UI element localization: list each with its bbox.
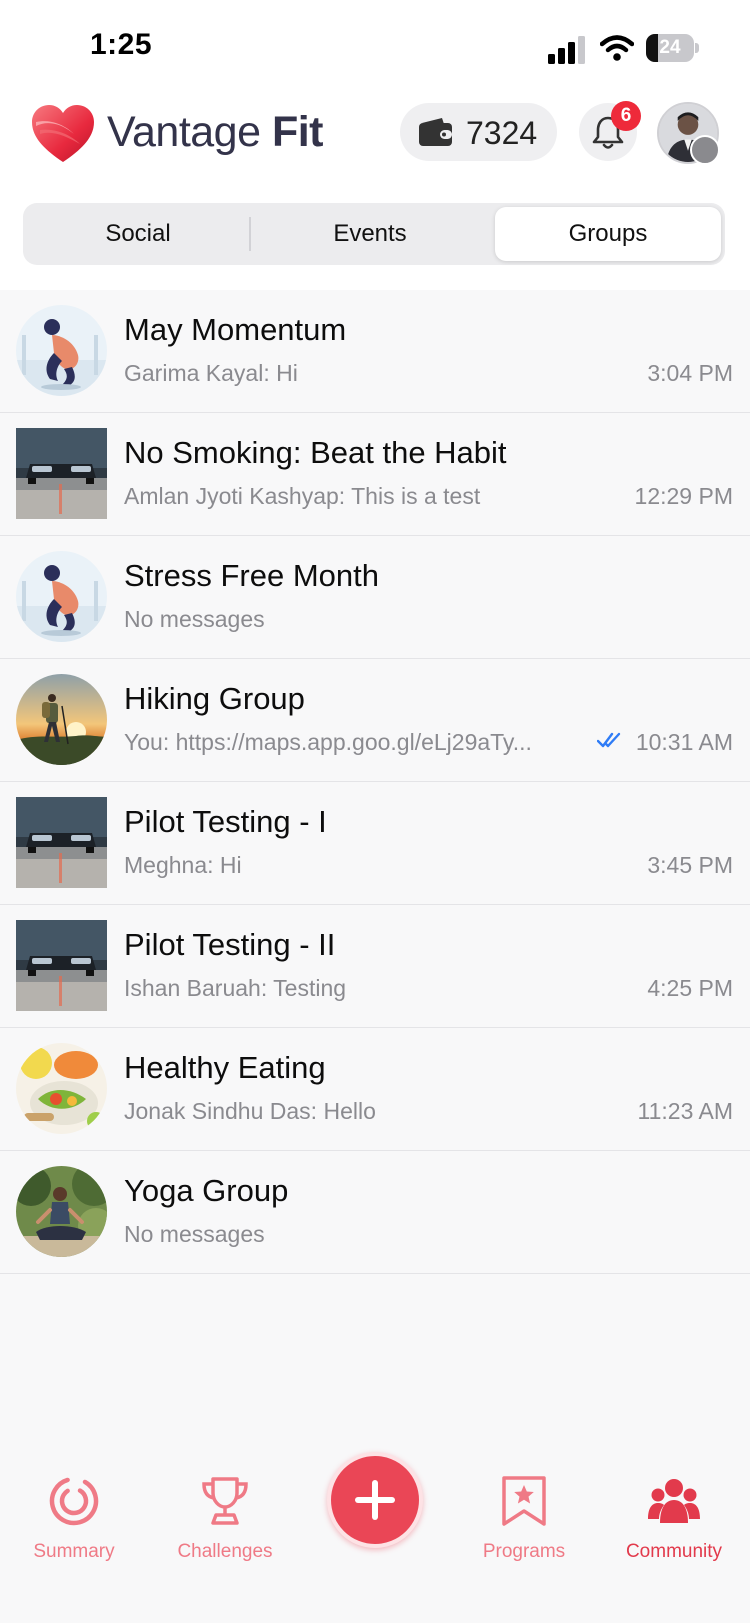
group-list-item[interactable]: No Smoking: Beat the Habit Amlan Jyoti Ka… <box>0 413 750 536</box>
group-last-message: Meghna: Hi <box>124 852 242 878</box>
group-last-message-time: 3:04 PM <box>647 360 733 386</box>
tab-groups[interactable]: Groups <box>495 207 721 261</box>
group-title: Healthy Eating <box>124 1050 326 1085</box>
vantage-fit-logo-icon <box>32 105 94 162</box>
group-last-message: Amlan Jyoti Kashyap: This is a test <box>124 483 481 509</box>
group-title: Pilot Testing - II <box>124 927 336 962</box>
community-icon <box>648 1479 700 1523</box>
profile-level-badge-icon <box>690 135 720 165</box>
group-last-message-time: 12:29 PM <box>634 483 733 509</box>
group-last-message: Ishan Baruah: Testing <box>124 975 347 1001</box>
status-time: 1:25 <box>90 28 153 61</box>
cellular-signal-icon <box>548 36 585 64</box>
group-list: May Momentum Garima Kayal: Hi 3:04 PM No Sm… <box>0 290 750 1274</box>
group-thumbnail <box>16 1166 107 1257</box>
battery-icon: 24 <box>646 34 699 62</box>
battery-level: 24 <box>659 37 681 58</box>
group-thumbnail <box>16 674 107 765</box>
feed-segmented-control: Social Events Groups <box>23 203 725 265</box>
group-thumbnail <box>16 551 107 642</box>
group-thumbnail <box>16 1043 107 1134</box>
nav-community[interactable]: Community <box>604 1475 744 1563</box>
bookmark-star-icon <box>502 1476 546 1526</box>
group-list-item[interactable]: Pilot Testing - II Ishan Baruah: Testing 4… <box>0 905 750 1028</box>
group-last-message: No messages <box>124 1221 265 1247</box>
group-thumbnail <box>16 797 107 888</box>
group-list-item[interactable]: Stress Free Month No messages <box>0 536 750 659</box>
tab-social[interactable]: Social <box>27 207 249 261</box>
group-list-item[interactable]: Hiking Group You: https://maps.app.goo.gl… <box>0 659 750 782</box>
group-last-message: You: https://maps.app.goo.gl/eLj29aTy... <box>124 729 532 755</box>
group-title: May Momentum <box>124 312 347 347</box>
group-thumbnail <box>16 920 107 1011</box>
group-last-message: Garima Kayal: Hi <box>124 360 298 386</box>
group-last-message: No messages <box>124 606 265 632</box>
tab-events[interactable]: Events <box>259 207 481 261</box>
group-title: Hiking Group <box>124 681 305 716</box>
wifi-icon <box>600 35 634 61</box>
trophy-icon <box>202 1477 248 1525</box>
nav-programs[interactable]: Programs <box>454 1475 594 1563</box>
brand-name: Vantage Fit <box>107 108 324 156</box>
segment-divider <box>249 217 251 251</box>
group-title: Yoga Group <box>124 1173 289 1208</box>
group-thumbnail <box>16 305 107 396</box>
group-last-message-time: 3:45 PM <box>647 852 733 878</box>
notification-count-badge: 6 <box>611 101 641 131</box>
group-list-item[interactable]: Yoga Group No messages <box>0 1151 750 1274</box>
group-list-item[interactable]: Healthy Eating Jonak Sindhu Das: Hello 11:… <box>0 1028 750 1151</box>
double-check-icon <box>597 732 621 748</box>
wallet-points: 7324 <box>466 115 538 151</box>
group-title: Pilot Testing - I <box>124 804 327 839</box>
group-list-item[interactable]: May Momentum Garima Kayal: Hi 3:04 PM <box>0 290 750 413</box>
group-last-message-time: 11:23 AM <box>637 1098 733 1124</box>
summary-icon <box>49 1476 99 1526</box>
nav-summary[interactable]: Summary <box>4 1475 144 1563</box>
wallet-icon <box>419 118 452 146</box>
group-list-item[interactable]: Pilot Testing - I Meghna: Hi 3:45 PM <box>0 782 750 905</box>
group-last-message-time: 4:25 PM <box>647 975 733 1001</box>
group-last-message: Jonak Sindhu Das: Hello <box>124 1098 376 1124</box>
create-post-button[interactable] <box>327 1452 423 1548</box>
group-last-message-time: 10:31 AM <box>635 729 733 755</box>
nav-challenges[interactable]: Challenges <box>155 1475 295 1563</box>
group-title: No Smoking: Beat the Habit <box>124 435 507 470</box>
wallet-points-button[interactable]: 7324 <box>400 103 557 161</box>
group-title: Stress Free Month <box>124 558 379 593</box>
group-thumbnail <box>16 428 107 519</box>
